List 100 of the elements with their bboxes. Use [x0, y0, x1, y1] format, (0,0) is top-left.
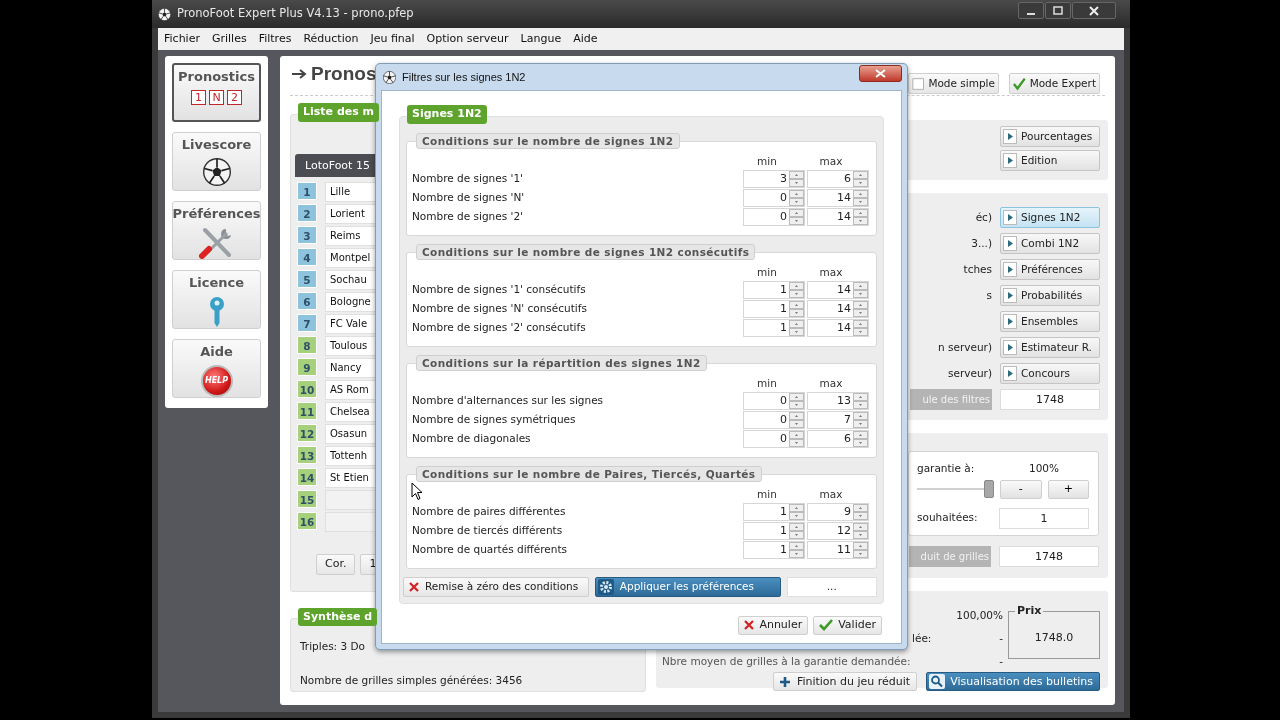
- filter-button[interactable]: Préférences: [1000, 259, 1100, 280]
- number-field[interactable]: 1: [743, 319, 805, 337]
- spinner-arrows-icon[interactable]: [853, 393, 868, 409]
- number-field[interactable]: 1: [743, 522, 805, 540]
- play-icon: [1003, 288, 1017, 303]
- spinner-arrows-icon[interactable]: [789, 209, 804, 225]
- close-icon: [875, 69, 886, 78]
- filter-button[interactable]: Concours: [1000, 363, 1100, 384]
- stat-value: -: [999, 630, 1003, 646]
- spinner-arrows-icon[interactable]: [789, 504, 804, 520]
- close-button[interactable]: [859, 65, 902, 82]
- gear-icon: [597, 578, 614, 595]
- number-field[interactable]: 7: [807, 411, 869, 429]
- number-field[interactable]: 1: [743, 281, 805, 299]
- spinner-arrows-icon[interactable]: [853, 209, 868, 225]
- apply-button[interactable]: Appliquer les préférences: [594, 576, 781, 597]
- search-icon: [929, 674, 946, 690]
- spinner-arrows-icon[interactable]: [789, 282, 804, 298]
- match-number: 3: [297, 225, 317, 244]
- number-field[interactable]: 0: [743, 430, 805, 448]
- sidebar-item[interactable]: Préférences: [172, 201, 261, 260]
- match-number: 9: [297, 357, 317, 376]
- number-field[interactable]: 0: [743, 411, 805, 429]
- spinner-arrows-icon[interactable]: [789, 393, 804, 409]
- spinner-arrows-icon[interactable]: [853, 412, 868, 428]
- spinner-arrows-icon[interactable]: [789, 190, 804, 206]
- sidebar-item[interactable]: Livescore: [172, 132, 261, 191]
- number-field[interactable]: 14: [807, 319, 869, 337]
- filter-button[interactable]: Ensembles: [1000, 311, 1100, 332]
- price-value: 1748.0: [1034, 629, 1074, 646]
- spinner-arrows-icon[interactable]: [853, 320, 868, 336]
- filter-button[interactable]: Combi 1N2: [1000, 233, 1100, 254]
- plus-button[interactable]: +: [1047, 479, 1089, 499]
- spinner-arrows-icon[interactable]: [853, 171, 868, 187]
- spinner-arrows-icon[interactable]: [853, 282, 868, 298]
- number-field[interactable]: 14: [807, 281, 869, 299]
- menu-item[interactable]: Langue: [520, 30, 562, 48]
- menu-item[interactable]: Jeu final: [370, 30, 415, 48]
- list-button[interactable]: Cor.: [316, 553, 356, 575]
- number-field[interactable]: 1: [743, 503, 805, 521]
- filter-button[interactable]: Pourcentages: [1000, 126, 1100, 147]
- menu-item[interactable]: Option serveur: [426, 30, 509, 48]
- reset-button[interactable]: Remise à zéro des conditions: [403, 576, 589, 597]
- spinner-arrows-icon[interactable]: [789, 171, 804, 187]
- filter-button[interactable]: Estimateur R.: [1000, 337, 1100, 358]
- menu-item[interactable]: Réduction: [303, 30, 359, 48]
- number-field[interactable]: 6: [807, 170, 869, 188]
- number-field[interactable]: 0: [743, 189, 805, 207]
- spinner-arrows-icon[interactable]: [853, 542, 868, 558]
- number-field[interactable]: 0: [743, 208, 805, 226]
- sidebar-item[interactable]: Pronostics 1 N 2: [172, 63, 261, 122]
- number-field[interactable]: 1: [743, 300, 805, 318]
- spinner-arrows-icon[interactable]: [853, 431, 868, 447]
- condition-label: Nombre de signes '1' consécutifs: [412, 282, 587, 298]
- minimize-button[interactable]: [1018, 2, 1044, 19]
- spinner-arrows-icon[interactable]: [789, 320, 804, 336]
- sidebar-item[interactable]: Licence: [172, 270, 261, 329]
- view-button[interactable]: Visualisation des bulletins: [926, 672, 1100, 692]
- slider-track[interactable]: [917, 480, 995, 499]
- menu-item[interactable]: Grilles: [211, 30, 247, 48]
- spinner-arrows-icon[interactable]: [789, 301, 804, 317]
- spinner-arrows-icon[interactable]: [789, 412, 804, 428]
- checkbox-icon[interactable]: [1013, 76, 1026, 91]
- spinner-arrows-icon[interactable]: [853, 504, 868, 520]
- number-field[interactable]: 6: [807, 430, 869, 448]
- number-field[interactable]: 14: [807, 189, 869, 207]
- filter-button[interactable]: Edition: [1000, 150, 1100, 171]
- spinner-arrows-icon[interactable]: [789, 523, 804, 539]
- checkbox-icon[interactable]: [912, 76, 925, 91]
- mode-toggle[interactable]: Mode simple: [908, 73, 999, 94]
- minus-button[interactable]: -: [1000, 479, 1042, 499]
- filter-button[interactable]: Signes 1N2: [1000, 207, 1100, 228]
- close-button[interactable]: [1072, 2, 1116, 19]
- number-field[interactable]: 11: [807, 541, 869, 559]
- number-field[interactable]: 13: [807, 392, 869, 410]
- sidebar-item[interactable]: Aide HELP: [172, 339, 261, 398]
- menu-item[interactable]: Filtres: [258, 30, 292, 48]
- mode-toggle[interactable]: Mode Expert: [1009, 73, 1100, 94]
- filter-button[interactable]: Probabilités: [1000, 285, 1100, 306]
- maximize-button[interactable]: [1045, 2, 1071, 19]
- condition-label: Nombre de signes '2': [412, 209, 524, 225]
- number-field[interactable]: 3: [743, 170, 805, 188]
- more-button[interactable]: ...: [786, 576, 877, 597]
- number-field[interactable]: 9: [807, 503, 869, 521]
- spinner-arrows-icon[interactable]: [789, 431, 804, 447]
- number-field[interactable]: 0: [743, 392, 805, 410]
- validate-button[interactable]: Valider: [813, 615, 882, 635]
- number-field[interactable]: 14: [807, 300, 869, 318]
- spinner-arrows-icon[interactable]: [853, 190, 868, 206]
- spinner-arrows-icon[interactable]: [853, 301, 868, 317]
- number-field[interactable]: 14: [807, 208, 869, 226]
- spinner-arrows-icon[interactable]: [789, 542, 804, 558]
- menu-item[interactable]: Fichier: [164, 30, 200, 48]
- cancel-button[interactable]: Annuler: [738, 615, 809, 635]
- menu-item[interactable]: Aide: [573, 30, 598, 48]
- number-field[interactable]: 1: [743, 541, 805, 559]
- finish-button[interactable]: Finition du jeu réduit: [772, 672, 918, 692]
- spinner-arrows-icon[interactable]: [853, 523, 868, 539]
- number-field[interactable]: 12: [807, 522, 869, 540]
- slider-thumb[interactable]: [984, 480, 995, 499]
